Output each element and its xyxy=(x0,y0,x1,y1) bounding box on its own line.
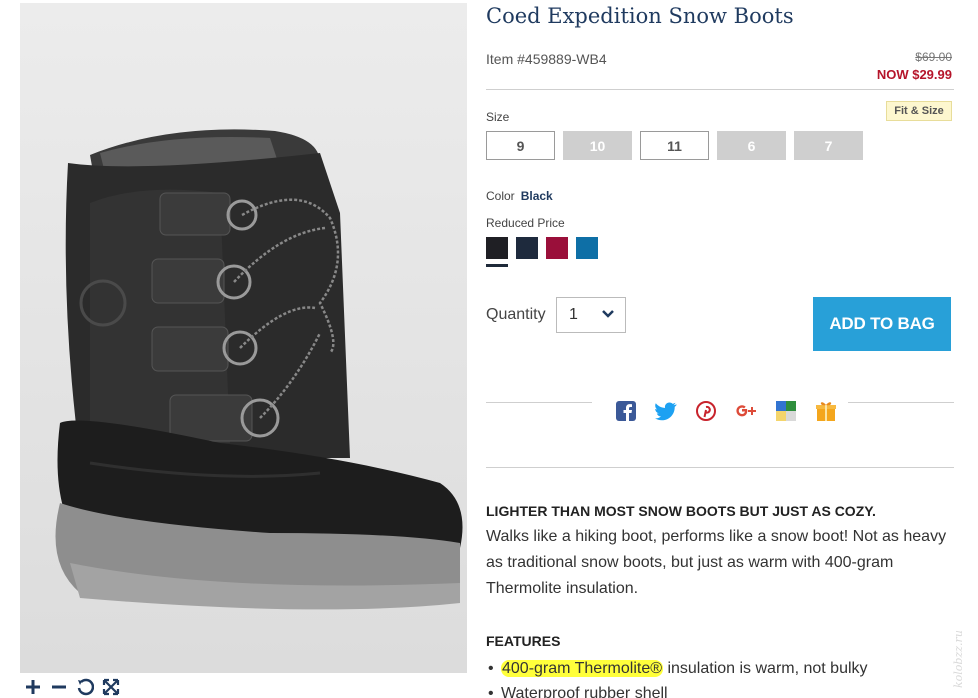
share-bar xyxy=(486,399,954,425)
fullscreen-icon[interactable] xyxy=(100,676,122,698)
size-option[interactable]: 11 xyxy=(640,131,709,160)
size-option[interactable]: 6 xyxy=(717,131,786,160)
feature-highlight: 400-gram Thermolite® xyxy=(501,660,663,677)
color-swatch-blue[interactable] xyxy=(576,237,598,259)
product-image[interactable] xyxy=(20,3,467,673)
size-option[interactable]: 10 xyxy=(563,131,632,160)
color-swatch-black[interactable] xyxy=(486,237,508,267)
zoom-out-icon[interactable] xyxy=(48,676,70,698)
gift-icon[interactable] xyxy=(814,399,838,423)
original-price: $69.00 xyxy=(915,50,952,64)
fit-and-size-button[interactable]: Fit & Size xyxy=(886,101,952,121)
item-number: Item #459889-WB4 xyxy=(486,51,607,67)
color-swatch-navy[interactable] xyxy=(516,237,538,259)
size-label: Size xyxy=(486,110,510,124)
reset-rotate-icon[interactable] xyxy=(74,676,96,698)
quantity-label: Quantity xyxy=(486,306,546,323)
list-item: Waterproof rubber shell xyxy=(486,681,868,698)
google-plus-icon[interactable] xyxy=(734,399,758,423)
delicious-icon[interactable] xyxy=(774,399,798,423)
color-label: Color Black xyxy=(486,189,553,203)
features-heading: FEATURES xyxy=(486,633,561,649)
watermark: kolobzz.ru xyxy=(952,630,965,688)
snow-boot-image xyxy=(20,3,467,673)
reduced-price-label: Reduced Price xyxy=(486,216,565,230)
image-zoom-controls xyxy=(22,676,122,698)
feature-text: insulation is warm, not bulky xyxy=(663,660,868,677)
color-swatches xyxy=(486,237,598,267)
divider xyxy=(848,402,954,403)
color-label-text: Color xyxy=(486,189,515,203)
selected-color: Black xyxy=(520,189,553,203)
size-option[interactable]: 7 xyxy=(794,131,863,160)
size-option[interactable]: 9 xyxy=(486,131,555,160)
twitter-icon[interactable] xyxy=(654,399,678,423)
description-heading: LIGHTER THAN MOST SNOW BOOTS BUT JUST AS… xyxy=(486,503,876,519)
color-swatch-burgundy[interactable] xyxy=(546,237,568,259)
quantity-select[interactable]: 1 xyxy=(556,297,626,333)
divider xyxy=(486,89,954,90)
description-text: Walks like a hiking boot, performs like … xyxy=(486,528,947,597)
share-icons xyxy=(614,399,838,423)
quantity-value: 1 xyxy=(569,306,578,323)
pinterest-icon[interactable] xyxy=(694,399,718,423)
divider xyxy=(486,402,592,403)
zoom-in-icon[interactable] xyxy=(22,676,44,698)
add-to-bag-button[interactable]: ADD TO BAG xyxy=(813,297,951,351)
size-options: 9 10 11 6 7 xyxy=(486,131,863,160)
product-title: Coed Expedition Snow Boots xyxy=(486,4,794,28)
list-item: 400-gram Thermolite® insulation is warm,… xyxy=(486,656,868,681)
chevron-down-icon xyxy=(602,310,614,318)
sale-price: NOW $29.99 xyxy=(876,67,952,82)
divider xyxy=(486,467,954,468)
feature-text: Waterproof rubber shell xyxy=(501,685,668,698)
features-list: 400-gram Thermolite® insulation is warm,… xyxy=(486,656,868,698)
facebook-icon[interactable] xyxy=(614,399,638,423)
